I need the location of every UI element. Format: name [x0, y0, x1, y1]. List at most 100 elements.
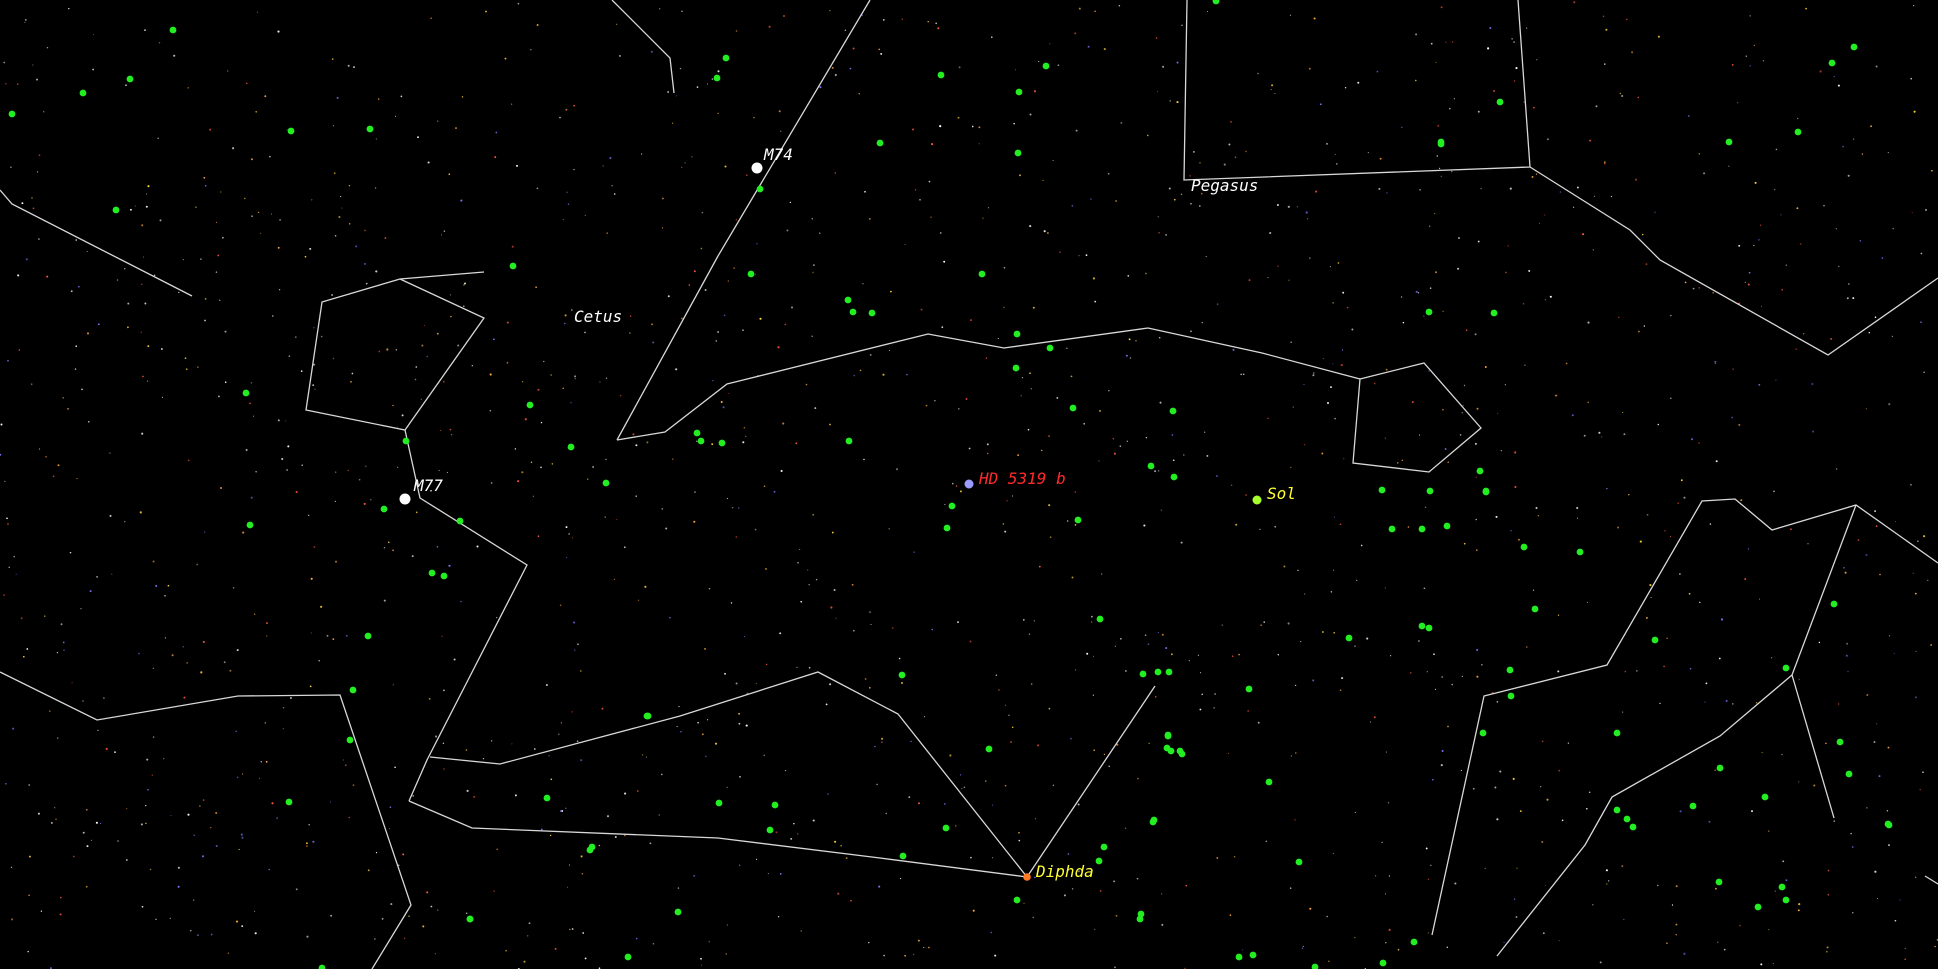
neighbor-star[interactable] — [624, 953, 632, 961]
neighbor-star[interactable] — [1623, 815, 1631, 823]
neighbor-star[interactable] — [588, 843, 596, 851]
neighbor-star[interactable] — [1576, 548, 1584, 556]
neighbor-star[interactable] — [1345, 634, 1353, 642]
neighbor-star[interactable] — [1388, 525, 1396, 533]
neighbor-star[interactable] — [756, 185, 764, 193]
neighbor-star[interactable] — [1013, 330, 1021, 338]
neighbor-star[interactable] — [722, 54, 730, 62]
neighbor-star[interactable] — [456, 517, 464, 525]
neighbor-star[interactable] — [346, 736, 354, 744]
neighbor-star[interactable] — [349, 686, 357, 694]
neighbor-star[interactable] — [526, 401, 534, 409]
neighbor-star[interactable] — [899, 852, 907, 860]
neighbor-star[interactable] — [79, 89, 87, 97]
neighbor-star[interactable] — [1163, 744, 1171, 752]
neighbor-star[interactable] — [1418, 622, 1426, 630]
neighbor-star[interactable] — [868, 309, 876, 317]
neighbor-star[interactable] — [126, 75, 134, 83]
neighbor-star[interactable] — [674, 908, 682, 916]
neighbor-star[interactable] — [1613, 729, 1621, 737]
neighbor-star[interactable] — [440, 572, 448, 580]
neighbor-star[interactable] — [845, 437, 853, 445]
m74-marker[interactable] — [751, 162, 763, 174]
neighbor-star[interactable] — [1165, 668, 1173, 676]
neighbor-star[interactable] — [1095, 857, 1103, 865]
neighbor-star[interactable] — [1418, 525, 1426, 533]
neighbor-star[interactable] — [1069, 404, 1077, 412]
neighbor-star[interactable] — [543, 794, 551, 802]
neighbor-star[interactable] — [1074, 516, 1082, 524]
neighbor-star[interactable] — [766, 826, 774, 834]
neighbor-star[interactable] — [937, 71, 945, 79]
neighbor-star[interactable] — [1265, 778, 1273, 786]
neighbor-star[interactable] — [1042, 62, 1050, 70]
neighbor-star[interactable] — [1725, 138, 1733, 146]
neighbor-star[interactable] — [943, 524, 951, 532]
neighbor-star[interactable] — [380, 505, 388, 513]
neighbor-star[interactable] — [644, 712, 652, 720]
neighbor-star[interactable] — [1014, 149, 1022, 157]
neighbor-star[interactable] — [366, 125, 374, 133]
neighbor-star[interactable] — [1154, 668, 1162, 676]
neighbor-star[interactable] — [1836, 738, 1844, 746]
neighbor-star[interactable] — [466, 915, 474, 923]
neighbor-star[interactable] — [8, 110, 16, 118]
neighbor-star[interactable] — [602, 479, 610, 487]
neighbor-star[interactable] — [1782, 896, 1790, 904]
neighbor-star[interactable] — [1139, 670, 1147, 678]
neighbor-star[interactable] — [1479, 729, 1487, 737]
neighbor-star[interactable] — [287, 127, 295, 135]
neighbor-star[interactable] — [948, 502, 956, 510]
neighbor-star[interactable] — [112, 206, 120, 214]
neighbor-star[interactable] — [1794, 128, 1802, 136]
neighbor-star[interactable] — [1490, 309, 1498, 317]
neighbor-star[interactable] — [849, 308, 857, 316]
m77-marker[interactable] — [399, 493, 411, 505]
neighbor-star[interactable] — [1885, 821, 1893, 829]
neighbor-star[interactable] — [1149, 818, 1157, 826]
sol-marker[interactable] — [1252, 495, 1262, 505]
neighbor-star[interactable] — [1715, 878, 1723, 886]
neighbor-star[interactable] — [1176, 747, 1184, 755]
neighbor-star[interactable] — [1169, 407, 1177, 415]
neighbor-star[interactable] — [1531, 605, 1539, 613]
neighbor-star[interactable] — [1235, 953, 1243, 961]
neighbor-star[interactable] — [1506, 666, 1514, 674]
neighbor-star[interactable] — [169, 26, 177, 34]
neighbor-star[interactable] — [1046, 344, 1054, 352]
neighbor-star[interactable] — [1845, 770, 1853, 778]
neighbor-star[interactable] — [1850, 43, 1858, 51]
neighbor-star[interactable] — [1761, 793, 1769, 801]
neighbor-star[interactable] — [1716, 764, 1724, 772]
neighbor-star[interactable] — [844, 296, 852, 304]
neighbor-star[interactable] — [1379, 959, 1387, 967]
neighbor-star[interactable] — [1012, 364, 1020, 372]
neighbor-star[interactable] — [1096, 615, 1104, 623]
hd5319b-marker[interactable] — [964, 479, 974, 489]
neighbor-star[interactable] — [1613, 806, 1621, 814]
neighbor-star[interactable] — [1245, 685, 1253, 693]
neighbor-star[interactable] — [567, 443, 575, 451]
neighbor-star[interactable] — [1425, 624, 1433, 632]
neighbor-star[interactable] — [1164, 732, 1172, 740]
neighbor-star[interactable] — [978, 270, 986, 278]
neighbor-star[interactable] — [898, 671, 906, 679]
neighbor-star[interactable] — [1778, 883, 1786, 891]
neighbor-star[interactable] — [715, 799, 723, 807]
neighbor-star[interactable] — [1830, 600, 1838, 608]
neighbor-star[interactable] — [1520, 543, 1528, 551]
neighbor-star[interactable] — [771, 801, 779, 809]
neighbor-star[interactable] — [1295, 858, 1303, 866]
neighbor-star[interactable] — [428, 569, 436, 577]
neighbor-star[interactable] — [364, 632, 372, 640]
neighbor-star[interactable] — [1782, 664, 1790, 672]
neighbor-star[interactable] — [285, 798, 293, 806]
sky-map[interactable]: Pegasus Cetus M74 M77 HD 5319 b Sol Diph… — [0, 0, 1938, 969]
neighbor-star[interactable] — [1629, 823, 1637, 831]
neighbor-star[interactable] — [1482, 488, 1490, 496]
neighbor-star[interactable] — [876, 139, 884, 147]
neighbor-star[interactable] — [985, 745, 993, 753]
neighbor-star[interactable] — [1170, 473, 1178, 481]
neighbor-star[interactable] — [1147, 462, 1155, 470]
neighbor-star[interactable] — [697, 437, 705, 445]
